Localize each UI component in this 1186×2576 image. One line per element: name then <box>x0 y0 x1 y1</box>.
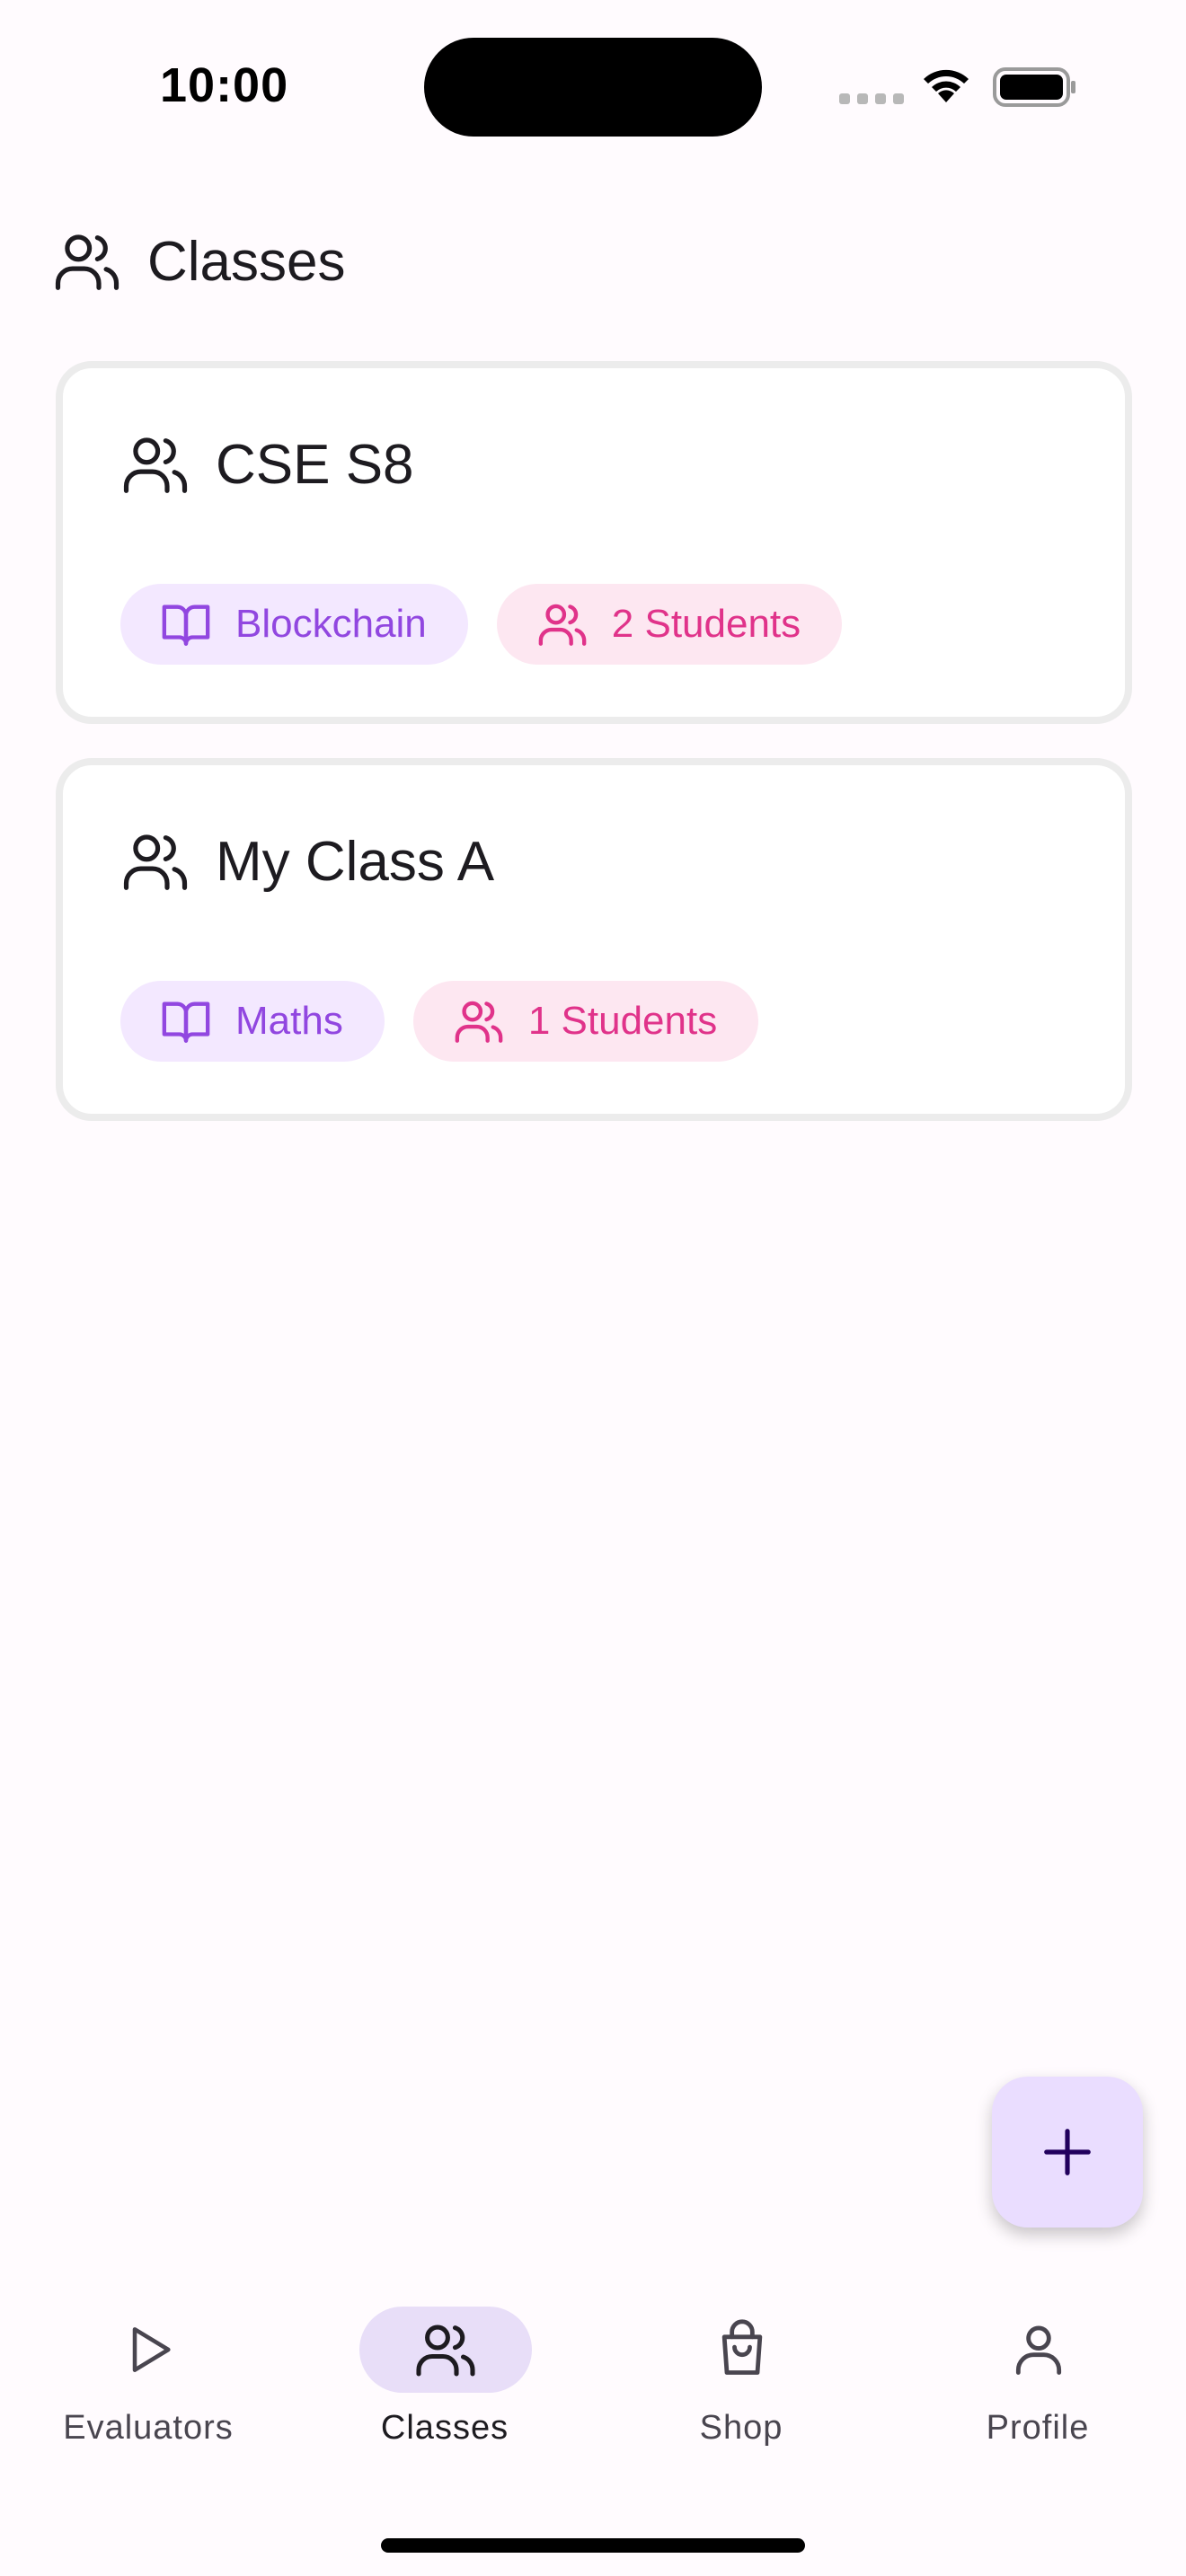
wifi-icon <box>924 69 969 102</box>
class-card-header: My Class A <box>120 826 494 896</box>
subject-label: Blockchain <box>235 602 427 646</box>
subject-chip: Blockchain <box>120 584 468 665</box>
nav-indicator <box>952 2307 1125 2393</box>
nav-indicator <box>63 2307 235 2393</box>
users-icon <box>55 234 119 290</box>
users-icon <box>123 437 188 493</box>
users-icon <box>123 834 188 890</box>
shopping-bag-icon <box>721 2319 763 2375</box>
cellular-signal-icon <box>839 93 904 104</box>
class-chips: Maths 1 Students <box>120 981 759 1062</box>
students-chip: 2 Students <box>496 584 843 665</box>
play-icon <box>132 2327 171 2372</box>
class-card-header: CSE S8 <box>120 429 414 499</box>
students-chip: 1 Students <box>412 981 759 1062</box>
nav-label: Profile <box>986 2409 1090 2447</box>
students-count: 1 Students <box>527 999 718 1043</box>
battery-icon <box>993 67 1075 107</box>
class-name: My Class A <box>216 830 495 893</box>
nav-item-shop[interactable]: Shop <box>593 2307 890 2459</box>
students-count: 2 Students <box>611 602 801 646</box>
page-header: Classes <box>52 226 346 296</box>
nav-label: Evaluators <box>63 2409 234 2447</box>
users-icon <box>455 1001 503 1043</box>
home-indicator <box>381 2538 805 2553</box>
subject-label: Maths <box>235 999 343 1043</box>
class-card[interactable]: CSE S8 Blockchain 2 Students <box>56 361 1132 724</box>
subject-chip: Maths <box>120 981 385 1062</box>
nav-item-profile[interactable]: Profile <box>890 2307 1186 2459</box>
class-name: CSE S8 <box>216 433 414 496</box>
nav-label: Shop <box>699 2409 783 2447</box>
nav-item-classes[interactable]: Classes <box>296 2307 593 2459</box>
class-chips: Blockchain 2 Students <box>120 584 843 665</box>
page-title: Classes <box>147 230 346 293</box>
book-open-icon <box>162 604 210 646</box>
users-icon <box>538 604 587 646</box>
add-class-button[interactable] <box>992 2077 1143 2228</box>
screen: 10:00 Classes CSE S8 Blockchain 2 Studen… <box>0 0 1186 2576</box>
class-card[interactable]: My Class A Maths 1 Students <box>56 758 1132 1121</box>
bottom-navigation: Evaluators Classes Shop Profile <box>0 2281 1186 2461</box>
users-icon <box>416 2325 475 2377</box>
dynamic-island <box>424 38 762 137</box>
user-icon <box>1015 2325 1062 2375</box>
nav-indicator <box>359 2307 532 2393</box>
nav-label: Classes <box>380 2409 509 2447</box>
nav-indicator <box>656 2307 828 2393</box>
status-time: 10:00 <box>160 58 289 112</box>
book-open-icon <box>162 1001 210 1043</box>
plus-icon <box>1044 2129 1091 2175</box>
nav-item-evaluators[interactable]: Evaluators <box>0 2307 296 2459</box>
